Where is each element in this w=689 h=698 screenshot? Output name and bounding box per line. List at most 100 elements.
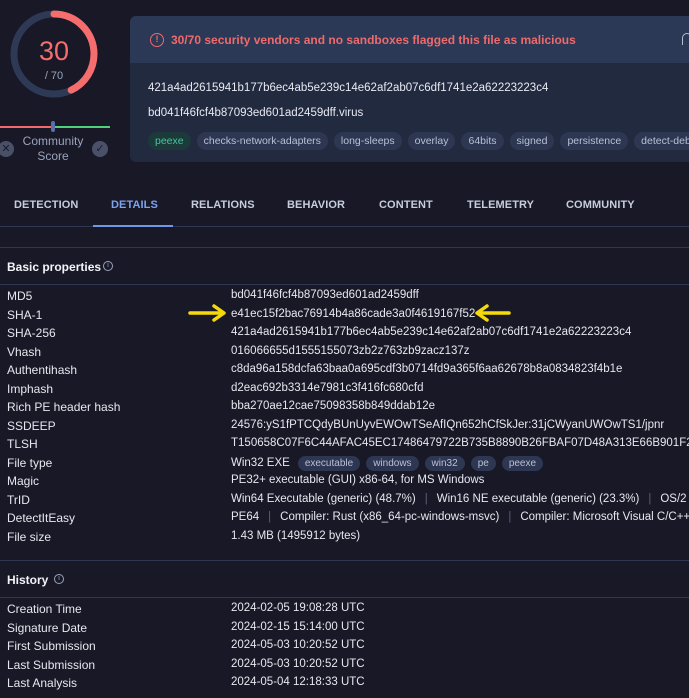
property-key: DetectItEasy	[7, 511, 76, 525]
value-text: T150658C07F6C44AFAC45EC17486479722B735B8…	[231, 437, 689, 449]
property-key: SSDEEP	[7, 418, 56, 433]
property-value: 2024-02-15 15:14:00 UTC	[231, 621, 365, 633]
property-row: Last Analysis 2024-05-04 12:18:33 UTC	[0, 674, 689, 693]
property-value: 1.43 MB (1495912 bytes)	[231, 530, 360, 542]
value-text: e41ec15f2bac76914b4a86cade3a0f4619167f52	[231, 307, 476, 320]
property-value: T150658C07F6C44AFAC45EC17486479722B735B8…	[231, 437, 689, 449]
property-value: PE64 | Compiler: Rust (x86_64-pc-windows-m…	[231, 511, 689, 523]
info-icon[interactable]: i	[54, 574, 64, 584]
property-row: File type Win32 EXE executable windows win32…	[0, 454, 689, 473]
value-text: 2024-02-15 15:14:00 UTC	[231, 620, 365, 633]
detection-score-ring: 30 / 70	[8, 8, 100, 100]
community-score-marker	[51, 121, 55, 132]
tag[interactable]: overlay	[407, 132, 456, 150]
tag[interactable]: detect-debug-envi	[634, 132, 689, 150]
basic-properties-header: Basic properties i	[0, 247, 689, 285]
tab-behavior[interactable]: BEHAVIOR	[287, 199, 345, 211]
property-row: Authentihash c8da96a158dcfa63baa0a695cdf3…	[0, 361, 689, 380]
property-key: File type	[7, 455, 53, 470]
basic-properties-list: MD5 bd041f46fcf4b87093ed601ad2459dff SHA-1…	[0, 287, 689, 546]
check-icon: ✓	[95, 143, 105, 155]
value-part: Compiler: Rust (x86_64-pc-windows-msvc)	[280, 511, 500, 523]
community-score-label: Community Score	[18, 134, 88, 164]
tag[interactable]: long-sleeps	[333, 132, 402, 150]
property-key: Vhash	[7, 344, 42, 359]
value-part: Compiler: Microsoft Visual C/C++ (1	[520, 511, 689, 523]
property-value: e41ec15f2bac76914b4a86cade3a0f4619167f52	[231, 308, 475, 320]
community-negative-bar	[0, 126, 52, 128]
tag[interactable]: peexe	[148, 132, 191, 150]
section-title: History	[7, 573, 49, 587]
value-text: Win32 EXE	[231, 457, 290, 469]
property-row: File size 1.43 MB (1495912 bytes)	[0, 528, 689, 547]
property-value: 2024-02-05 19:08:28 UTC	[231, 602, 365, 614]
value-text: 2024-05-03 10:20:52 UTC	[231, 639, 365, 651]
property-value: Win32 EXE executable windows win32 pe peexe	[231, 455, 544, 471]
property-row: SHA-1 e41ec15f2bac76914b4a86cade3a0f46191…	[0, 306, 689, 325]
file-type-tag[interactable]: executable	[297, 455, 361, 471]
file-type-tag[interactable]: peexe	[501, 455, 544, 471]
property-row: Last Submission 2024-05-03 10:20:52 UTC	[0, 656, 689, 675]
file-summary-card: ! 30/70 security vendors and no sandboxe…	[130, 16, 689, 162]
property-key: File size	[7, 529, 52, 544]
property-row: Rich PE header hash bba270ae12cae75098358…	[0, 398, 689, 417]
history-header: History i	[0, 560, 689, 598]
tab-content[interactable]: CONTENT	[379, 199, 433, 211]
property-key: Last Submission	[7, 657, 96, 672]
vote-harmful-button[interactable]: ✕	[0, 141, 14, 157]
property-row: Signature Date 2024-02-15 15:14:00 UTC	[0, 619, 689, 638]
tag[interactable]: checks-network-adapters	[196, 132, 328, 150]
property-key: Magic	[7, 474, 40, 488]
tab-telemetry[interactable]: TELEMETRY	[467, 199, 534, 211]
alert-text: 30/70 security vendors and no sandboxes …	[171, 32, 576, 47]
property-key: Imphash	[7, 381, 54, 396]
tab-community[interactable]: COMMUNITY	[566, 199, 635, 211]
tab-details[interactable]: DETAILS	[111, 199, 158, 211]
info-icon[interactable]: i	[103, 261, 113, 271]
property-key: Creation Time	[7, 602, 82, 616]
value-text: c8da96a158dcfa63baa0a695cdf3b0714fd9a365…	[231, 363, 623, 375]
history-list: Creation Time 2024-02-05 19:08:28 UTC Sign…	[0, 600, 689, 693]
property-value: 2024-05-04 12:18:33 UTC	[231, 676, 365, 688]
property-value: PE32+ executable (GUI) x86-64, for MS Wi…	[231, 474, 484, 486]
file-sha256[interactable]: 421a4ad2615941b177b6ec4ab5e239c14e62af2a…	[148, 82, 548, 94]
tag[interactable]: signed	[509, 132, 555, 150]
value-part: Win16 NE executable (generic) (23.3%)	[436, 492, 640, 505]
property-value: bba270ae12cae75098358b849ddab12e	[231, 400, 435, 412]
property-key: TrID	[7, 492, 30, 507]
community-positive-bar	[53, 126, 110, 128]
annotation-arrow-right-icon	[188, 304, 226, 322]
separator: |	[508, 511, 512, 523]
section-title: Basic properties	[7, 260, 102, 274]
property-row: Creation Time 2024-02-05 19:08:28 UTC	[0, 600, 689, 619]
property-key: SHA-256	[7, 326, 56, 340]
property-value: 24576:yS1fPTCQdyBUnUyvEWOwTSeAfIQn652hCf…	[231, 419, 664, 431]
value-text: PE32+ executable (GUI) x86-64, for MS Wi…	[231, 474, 485, 486]
file-type-tag[interactable]: pe	[470, 455, 496, 471]
file-type-tag[interactable]: win32	[424, 455, 465, 471]
tag[interactable]: 64bits	[461, 132, 504, 150]
property-value: Win64 Executable (generic) (48.7%) | Win16…	[231, 493, 689, 505]
value-text: 2024-05-04 12:18:33 UTC	[231, 676, 365, 688]
close-icon: ✕	[1, 143, 11, 155]
bell-icon[interactable]	[682, 33, 689, 45]
value-text: 2024-05-03 10:20:52 UTC	[231, 657, 365, 670]
value-text: 421a4ad2615941b177b6ec4ab5e239c14e62af2a…	[231, 326, 632, 338]
vote-harmless-button[interactable]: ✓	[92, 141, 108, 157]
property-row: Vhash 016066655d1555155073zb2z763zb9zacz1…	[0, 343, 689, 362]
property-row: Imphash d2eac692b3314e7981c3f416fc680cfd	[0, 380, 689, 399]
tag[interactable]: persistence	[560, 132, 629, 150]
file-tags: peexe checks-network-adapters long-sleep…	[148, 132, 689, 150]
tab-detection[interactable]: DETECTION	[14, 199, 78, 211]
property-value: bd041f46fcf4b87093ed601ad2459dff	[231, 289, 419, 301]
property-row: DetectItEasy PE64 | Compiler: Rust (x86_64-…	[0, 509, 689, 528]
community-label-line2: Score	[37, 149, 69, 163]
separator: |	[268, 511, 272, 523]
report-tabs: DETECTION DETAILS RELATIONS BEHAVIOR CON…	[0, 180, 689, 227]
file-type-tag[interactable]: windows	[366, 455, 419, 471]
property-value: 016066655d1555155073zb2z763zb9zacz137z	[231, 345, 470, 357]
property-value: 2024-05-03 10:20:52 UTC	[231, 658, 365, 670]
value-text: bba270ae12cae75098358b849ddab12e	[231, 400, 436, 412]
tab-relations[interactable]: RELATIONS	[191, 199, 255, 211]
community-score-bar	[0, 121, 110, 132]
